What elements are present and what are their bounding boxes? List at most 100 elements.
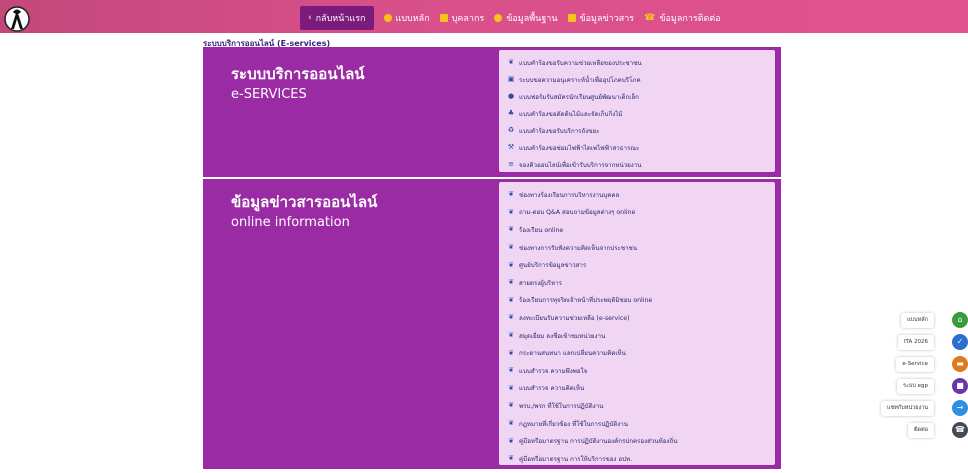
users-icon: ❦ bbox=[508, 190, 514, 199]
eservices-title-th: ระบบบริการออนไลน์ bbox=[231, 65, 365, 83]
link-label: จองคิวออนไลน์เพื่อเข้ารับบริการจากหน่วยง… bbox=[519, 161, 642, 169]
id-card-icon bbox=[439, 14, 448, 22]
eservice-link[interactable]: ▣ ระบบขอความอนุเคราะห์น้ำเพื่ออุปโภคบริโภ… bbox=[507, 71, 775, 88]
link-label: ระบบขอความอนุเคราะห์น้ำเพื่ออุปโภคบริโภค bbox=[519, 76, 641, 84]
nav-item-basic-info[interactable]: ข้อมูลพื้นฐาน bbox=[494, 11, 558, 25]
nav-item-main[interactable]: แบบหลัก bbox=[383, 11, 430, 25]
nav-item-contact[interactable]: ☎ ข้อมูลการติดต่อ bbox=[644, 11, 721, 25]
floating-item[interactable]: แบบหลัก ⌂ bbox=[848, 312, 968, 328]
users-icon: ❦ bbox=[508, 331, 514, 340]
users-icon: ❦ bbox=[508, 207, 514, 216]
phone-icon[interactable]: ☎ bbox=[952, 422, 968, 438]
floating-label[interactable]: e-Service bbox=[896, 356, 934, 372]
newspaper-icon bbox=[567, 14, 576, 22]
floating-label[interactable]: ITA 2026 bbox=[897, 334, 934, 350]
nav-item-staff[interactable]: บุคลากร bbox=[439, 11, 485, 25]
link-label: กระดานสนทนา แลกเปลี่ยนความคิดเห็น bbox=[519, 350, 626, 358]
chat-icon: ● bbox=[507, 92, 515, 100]
eservice-link[interactable]: ❦ แบบคำร้องขอรับความช่วยเหลือของประชาชน bbox=[507, 54, 775, 71]
info-link[interactable]: ❦ ศูนย์บริการข้อมูลข่าวสาร bbox=[507, 256, 775, 274]
info-link[interactable]: ❦ กระดานสนทนา แลกเปลี่ยนความคิดเห็น bbox=[507, 344, 775, 362]
nav-label: แบบหลัก bbox=[395, 14, 430, 24]
message-icon[interactable]: → bbox=[952, 400, 968, 416]
check-icon[interactable]: ✓ bbox=[952, 334, 968, 350]
mourning-ribbon-icon bbox=[4, 6, 30, 32]
users-icon: ❦ bbox=[508, 383, 514, 392]
link-label: พรบ./พรก ที่ใช้ในการปฏิบัติงาน bbox=[519, 402, 604, 410]
nav-label: ข้อมูลการติดต่อ bbox=[659, 14, 721, 24]
nav-back-home[interactable]: ‹ กลับหน้าแรก bbox=[300, 6, 374, 30]
link-label: แบบฟอร์มรับสมัครนักเรียนศูนย์พัฒนาเด็กเล… bbox=[519, 93, 639, 101]
floating-label[interactable]: แชทกับหน่วยงาน bbox=[881, 400, 934, 416]
eservices-title-en: e-SERVICES bbox=[231, 87, 307, 102]
online-info-heading: ข้อมูลข่าวสารออนไลน์ online information bbox=[231, 192, 377, 234]
list-icon: ≡ bbox=[508, 160, 514, 168]
info-link[interactable]: ❦ ถาม-ตอบ Q&A สอบถามข้อมูลต่างๆ online bbox=[507, 204, 775, 222]
users-icon: ❦ bbox=[508, 401, 514, 410]
info-link[interactable]: ❦ สมุดเยี่ยม ลงชื่อเข้าชมหน่วยงาน bbox=[507, 327, 775, 345]
info-link[interactable]: ❦ ลงทะเบียนรับความช่วยเหลือ (e-service) bbox=[507, 309, 775, 327]
floating-item[interactable]: ระบบ egp ■ bbox=[848, 378, 968, 394]
home-icon[interactable]: ⌂ bbox=[952, 312, 968, 328]
info-link[interactable]: ❦ กฎหมายที่เกี่ยวข้อง ที่ใช้ในการปฏิบัติง… bbox=[507, 415, 775, 433]
users-icon: ❦ bbox=[508, 313, 514, 322]
phone-icon: ☎ bbox=[644, 12, 656, 23]
link-label: ศูนย์บริการข้อมูลข่าวสาร bbox=[519, 262, 587, 270]
recycle-icon: ♻ bbox=[507, 126, 515, 134]
nav-item-news[interactable]: ข้อมูลข่าวสาร bbox=[567, 11, 635, 25]
link-label: ถาม-ตอบ Q&A สอบถามข้อมูลต่างๆ online bbox=[519, 209, 636, 217]
info-link[interactable]: ❦ ช่องทางการรับฟังความคิดเห็นจากประชาชน bbox=[507, 239, 775, 257]
eservices-link-box: ❦ แบบคำร้องขอรับความช่วยเหลือของประชาชน ▣… bbox=[499, 50, 775, 172]
users-icon: ❦ bbox=[508, 58, 514, 66]
floating-label[interactable]: แบบหลัก bbox=[901, 312, 934, 328]
online-info-title-en: online information bbox=[231, 215, 350, 230]
info-link[interactable]: ❦ ร้องเรียนการทุจริตเจ้าหน้าที่ประพฤติมิช… bbox=[507, 292, 775, 310]
tree-icon: ♣ bbox=[507, 109, 515, 117]
nav-label: บุคลากร bbox=[451, 14, 485, 24]
nav-label: ข้อมูลพื้นฐาน bbox=[506, 14, 558, 24]
nav-label: ข้อมูลข่าวสาร bbox=[579, 14, 635, 24]
info-link[interactable]: ❦ สายตรงผู้บริหาร bbox=[507, 274, 775, 292]
link-label: คู่มือหรือมาตรฐาน การปฏิบัติงานองค์กรปกค… bbox=[519, 438, 678, 446]
info-link[interactable]: ❦ ร้องเรียน online bbox=[507, 221, 775, 239]
users-icon: ❦ bbox=[508, 454, 514, 463]
info-icon bbox=[494, 14, 503, 22]
chat-icon[interactable]: ▬ bbox=[952, 356, 968, 372]
floating-item[interactable]: e-Service ▬ bbox=[848, 356, 968, 372]
online-info-link-box: ❦ ช่องทางร้องเรียนการบริหารงานบุคคล ❦ ถาม-ต… bbox=[499, 182, 775, 465]
info-link[interactable]: ❦ คู่มือหรือมาตรฐาน การให้บริการของ อปท. bbox=[507, 450, 775, 468]
online-info-panel: ข้อมูลข่าวสารออนไลน์ online information … bbox=[203, 179, 781, 469]
eservice-link[interactable]: ♣ แบบคำร้องขอตัดต้นไม้และจัดเก็บกิ่งไม้ bbox=[507, 105, 775, 122]
info-link[interactable]: ❦ คู่มือหรือมาตรฐาน การปฏิบัติงานองค์กรปก… bbox=[507, 432, 775, 450]
users-icon: ❦ bbox=[508, 260, 514, 269]
top-navigation-bar: ‹ กลับหน้าแรก แบบหลัก บุคลากร ข้อมูลพื้น… bbox=[0, 0, 968, 33]
users-icon: ❦ bbox=[508, 366, 514, 375]
floating-label[interactable]: ระบบ egp bbox=[896, 378, 934, 394]
floating-label[interactable]: ติดต่อ bbox=[907, 422, 934, 438]
link-label: แบบคำร้องขอซ่อมไฟฟ้าไดเพไฟฟ้าสาธารณะ bbox=[519, 144, 640, 152]
floating-item[interactable]: ติดต่อ ☎ bbox=[848, 422, 968, 438]
eservice-link[interactable]: ⚒ แบบคำร้องขอซ่อมไฟฟ้าไดเพไฟฟ้าสาธารณะ bbox=[507, 139, 775, 156]
info-link[interactable]: ❦ แบบสำรวจ ความคิดเห็น bbox=[507, 380, 775, 398]
eservice-link[interactable]: ♻ แบบคำร้องขอรับบริการถังขยะ bbox=[507, 122, 775, 139]
link-label: แบบสำรวจ ความคิดเห็น bbox=[519, 385, 585, 393]
info-link[interactable]: ❦ พรบ./พรก ที่ใช้ในการปฏิบัติงาน bbox=[507, 397, 775, 415]
link-label: คู่มือหรือมาตรฐาน การให้บริการของ อปท. bbox=[519, 455, 633, 463]
link-label: แบบสำรวจ ความพึงพอใจ bbox=[519, 367, 588, 375]
users-icon: ❦ bbox=[508, 243, 514, 252]
eservice-link[interactable]: ≡ จองคิวออนไลน์เพื่อเข้ารับบริการจากหน่วย… bbox=[507, 156, 775, 173]
info-link[interactable]: ❦ ช่องทางร้องเรียนการบริหารงานบุคคล bbox=[507, 186, 775, 204]
info-link[interactable]: ❦ แบบสำรวจ ความพึงพอใจ bbox=[507, 362, 775, 380]
link-label: แบบคำร้องขอตัดต้นไม้และจัดเก็บกิ่งไม้ bbox=[519, 110, 623, 118]
users-icon: ❦ bbox=[508, 278, 514, 287]
link-label: แบบคำร้องขอรับความช่วยเหลือของประชาชน bbox=[519, 59, 642, 67]
eservice-link[interactable]: ● แบบฟอร์มรับสมัครนักเรียนศูนย์พัฒนาเด็กเ… bbox=[507, 88, 775, 105]
star-icon bbox=[383, 14, 392, 22]
link-label: ร้องเรียน online bbox=[519, 226, 564, 234]
floating-item[interactable]: ITA 2026 ✓ bbox=[848, 334, 968, 350]
users-icon: ❦ bbox=[508, 436, 514, 445]
doc-icon[interactable]: ■ bbox=[952, 378, 968, 394]
link-label: สายตรงผู้บริหาร bbox=[519, 279, 562, 287]
floating-item[interactable]: แชทกับหน่วยงาน → bbox=[848, 400, 968, 416]
link-label: แบบคำร้องขอรับบริการถังขยะ bbox=[519, 127, 600, 135]
